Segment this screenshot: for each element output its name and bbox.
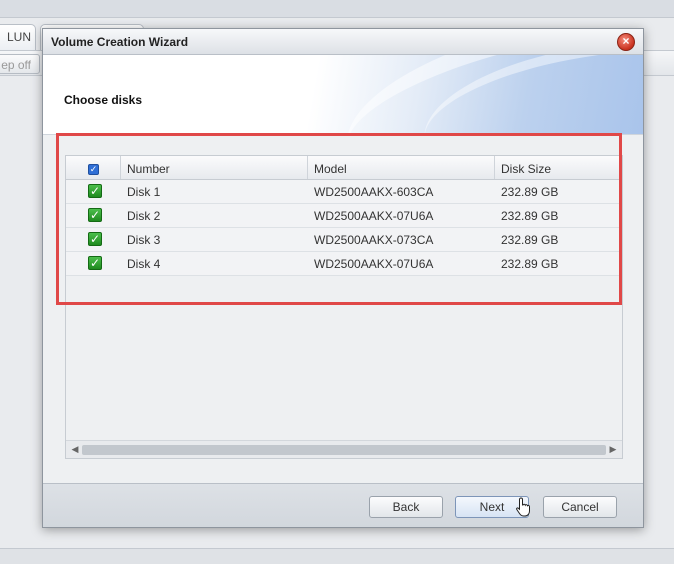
background-toolbar-button[interactable]: ep off	[0, 54, 40, 74]
wizard-header-banner: Choose disks	[43, 55, 643, 135]
cancel-button[interactable]: Cancel	[543, 496, 617, 518]
disk-model: WD2500AAKX-073CA	[314, 233, 434, 247]
disk-grid: ✓ Number Model Disk Size ✓ Disk 1 WD2500…	[65, 155, 623, 459]
dialog-footer: Back Next Cancel	[43, 483, 643, 527]
row-checkbox[interactable]: ✓	[88, 208, 102, 222]
scroll-left-icon[interactable]: ◀	[68, 444, 82, 456]
close-icon[interactable]: ×	[617, 33, 635, 51]
background-tab-lun[interactable]: LUN	[0, 24, 36, 50]
wizard-content: ✓ Number Model Disk Size ✓ Disk 1 WD2500…	[43, 135, 643, 483]
scrollbar-thumb[interactable]	[82, 445, 606, 455]
disk-model: WD2500AAKX-07U6A	[314, 209, 434, 223]
table-row[interactable]: ✓ Disk 1 WD2500AAKX-603CA 232.89 GB	[66, 180, 622, 204]
disk-size: 232.89 GB	[501, 233, 559, 247]
column-header-number[interactable]: Number	[121, 156, 308, 179]
select-all-checkbox[interactable]: ✓	[88, 164, 99, 175]
disk-size: 232.89 GB	[501, 185, 559, 199]
row-checkbox[interactable]: ✓	[88, 256, 102, 270]
disk-model: WD2500AAKX-603CA	[314, 185, 434, 199]
table-row[interactable]: ✓ Disk 3 WD2500AAKX-073CA 232.89 GB	[66, 228, 622, 252]
disk-size: 232.89 GB	[501, 209, 559, 223]
disk-number: Disk 2	[127, 209, 161, 223]
table-row[interactable]: ✓ Disk 4 WD2500AAKX-07U6A 232.89 GB	[66, 252, 622, 276]
background-header	[0, 0, 674, 18]
disk-number: Disk 3	[127, 233, 161, 247]
back-button[interactable]: Back	[369, 496, 443, 518]
dialog-title: Volume Creation Wizard	[51, 35, 189, 49]
grid-header: ✓ Number Model Disk Size	[66, 156, 622, 180]
row-checkbox[interactable]: ✓	[88, 184, 102, 198]
volume-creation-wizard-dialog: Volume Creation Wizard × Choose disks ✓ …	[42, 28, 644, 528]
row-checkbox[interactable]: ✓	[88, 232, 102, 246]
column-header-disk-size[interactable]: Disk Size	[495, 156, 622, 179]
disk-model: WD2500AAKX-07U6A	[314, 257, 434, 271]
scroll-right-icon[interactable]: ▶	[606, 444, 620, 456]
table-row[interactable]: ✓ Disk 2 WD2500AAKX-07U6A 232.89 GB	[66, 204, 622, 228]
hand-cursor-icon	[516, 497, 530, 517]
disk-size: 232.89 GB	[501, 257, 559, 271]
disk-number: Disk 4	[127, 257, 161, 271]
disk-number: Disk 1	[127, 185, 161, 199]
column-header-model[interactable]: Model	[308, 156, 495, 179]
step-heading: Choose disks	[64, 93, 143, 107]
dialog-titlebar[interactable]: Volume Creation Wizard ×	[43, 29, 643, 55]
background-footer	[0, 548, 674, 564]
header-select-column: ✓	[66, 156, 121, 179]
horizontal-scrollbar[interactable]: ◀ ▶	[66, 440, 622, 458]
